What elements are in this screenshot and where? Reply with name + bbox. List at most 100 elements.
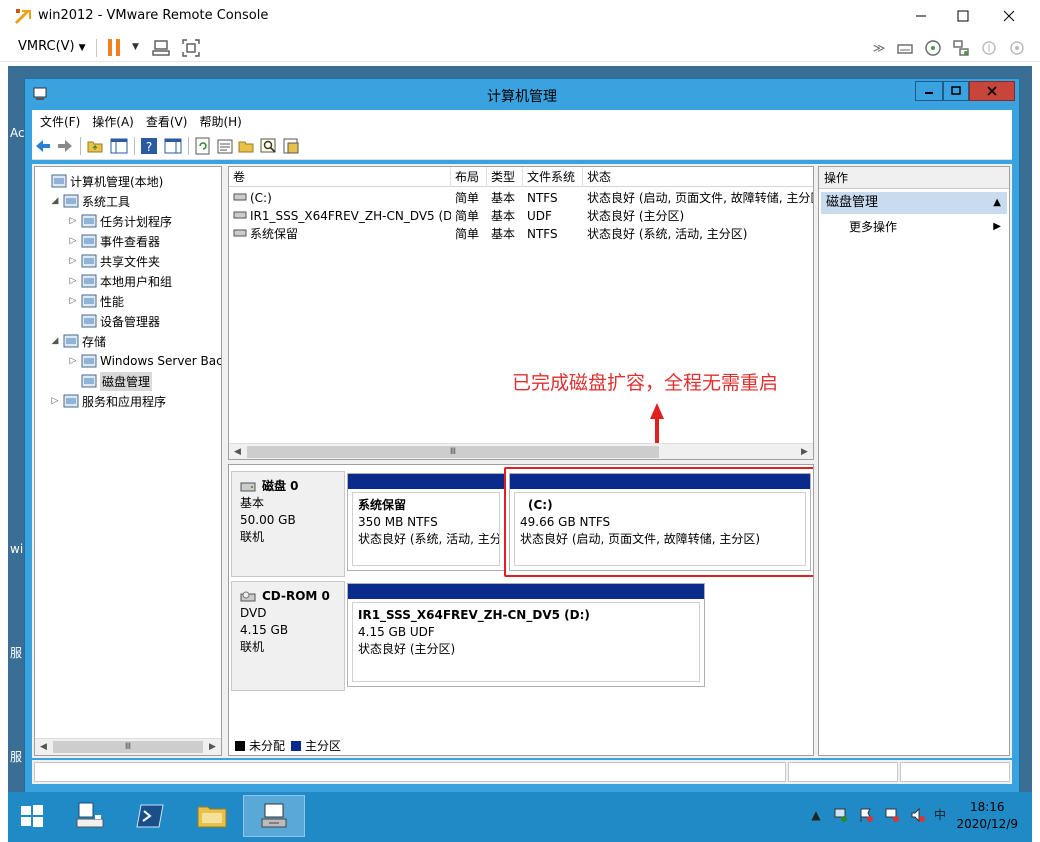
column-header-filesystem[interactable]: 文件系统 (523, 167, 583, 187)
minimize-button[interactable] (898, 0, 944, 32)
expand-toggle-icon[interactable]: ▷ (67, 296, 79, 306)
input-method-icon[interactable]: 中 (932, 807, 948, 823)
tree-item[interactable]: ◢ 存储 (49, 331, 106, 351)
windows-server-backup-icon (81, 354, 97, 368)
system-tools-icon (63, 194, 79, 208)
local-users-icon (81, 274, 97, 288)
help-icon[interactable]: ? (140, 137, 158, 155)
network-icon[interactable] (832, 807, 848, 823)
file-explorer-icon (197, 806, 227, 828)
volume-list-row[interactable]: (C:) 简单 基本 NTFS 状态良好 (启动, 页面文件, 故障转储, 主分区) (229, 189, 813, 207)
show-hide-console-tree-icon[interactable] (110, 137, 128, 155)
scroll-thumb[interactable]: Ⅲ (53, 741, 203, 753)
volume-icon[interactable] (910, 807, 926, 823)
column-header-status[interactable]: 状态 (583, 167, 813, 187)
removable-device-icon[interactable] (896, 39, 914, 57)
taskbar-computer-management[interactable] (243, 795, 305, 837)
cm-minimize-button[interactable] (915, 81, 943, 101)
expand-toggle-icon[interactable]: ▷ (67, 356, 79, 366)
taskbar-server-manager[interactable] (60, 796, 120, 836)
close-button[interactable] (986, 0, 1032, 32)
scroll-right-icon[interactable]: ▶ (796, 444, 813, 459)
refresh-icon[interactable] (194, 137, 212, 155)
show-hidden-icons[interactable]: ▲ (808, 807, 824, 823)
scroll-thumb[interactable]: Ⅲ (247, 446, 659, 458)
actions-section-disk-management[interactable]: 磁盘管理 ▲ (821, 192, 1007, 214)
search-icon[interactable] (260, 137, 278, 155)
pause-icon[interactable] (108, 39, 122, 56)
flag-icon[interactable] (858, 807, 874, 823)
tree-item[interactable]: ▷ 性能 (67, 291, 124, 311)
computer-management-window: 计算机管理 文件(F) 操作(A) 查看(V) 帮助(H) ? ◀ Ⅲ ▶ 计算… (24, 78, 1020, 794)
volume-list-row[interactable]: IR1_SSS_X64FREV_ZH-CN_DV5 (D:) 简单 基本 UDF 状态良… (229, 207, 813, 225)
partition-status: 状态良好 (系统, 活动, 主分区) (358, 532, 500, 546)
network-alert-icon[interactable] (884, 807, 900, 823)
properties-icon[interactable] (216, 137, 234, 155)
tree-item[interactable]: 磁盘管理 (67, 371, 153, 391)
list-horizontal-scrollbar[interactable]: ◀ Ⅲ ▶ (229, 443, 813, 459)
start-button[interactable] (10, 796, 54, 836)
tree-item[interactable]: ◢ 系统工具 (49, 191, 130, 211)
partition-system-reserved[interactable]: 系统保留 350 MB NTFS 状态良好 (系统, 活动, 主分区) (347, 473, 505, 571)
chevron-down-icon[interactable]: ▼ (132, 42, 139, 52)
volume-list-header: 卷 布局 类型 文件系统 状态 (229, 167, 813, 187)
disk-0-info[interactable]: 磁盘 0 基本 50.00 GB 联机 (231, 471, 345, 577)
back-arrow-icon[interactable] (34, 137, 52, 155)
tree-item[interactable]: ▷ 事件查看器 (67, 231, 160, 251)
tree-item[interactable]: 计算机管理(本地) (37, 171, 163, 191)
double-chevron-icon[interactable]: ≫ (870, 39, 888, 57)
cdrom-0-info[interactable]: CD-ROM 0 DVD 4.15 GB 联机 (231, 581, 345, 691)
cm-close-button[interactable] (969, 81, 1015, 101)
up-folder-icon[interactable] (86, 137, 104, 155)
cm-maximize-button[interactable] (943, 81, 969, 101)
sound-icon[interactable] (1008, 39, 1026, 57)
send-ctrl-alt-del-icon[interactable] (152, 39, 170, 57)
more-actions-item[interactable]: 更多操作 ▶ (849, 217, 1005, 237)
volume-cell-fs: NTFS (527, 191, 558, 205)
tree-item[interactable]: ▷ Windows Server Back (67, 351, 221, 371)
tree-item[interactable]: ▷ 任务计划程序 (67, 211, 172, 231)
taskbar-clock[interactable]: 18:16 2020/12/9 (956, 799, 1018, 833)
tree-item[interactable]: ▷ 本地用户和组 (67, 271, 172, 291)
cd-drive-icon[interactable] (924, 39, 942, 57)
column-header-type[interactable]: 类型 (487, 167, 523, 187)
tree-item[interactable]: ▷ 服务和应用程序 (49, 391, 166, 411)
expand-toggle-icon[interactable]: ▷ (67, 216, 79, 226)
actions-header: 操作 (819, 167, 1009, 189)
expand-toggle-icon[interactable]: ▷ (67, 276, 79, 286)
network-adapter-icon[interactable] (952, 39, 970, 57)
menu-help[interactable]: 帮助(H) (199, 113, 241, 130)
tree-item[interactable]: ▷ 共享文件夹 (67, 251, 160, 271)
tree-item-label: 系统工具 (82, 194, 131, 209)
expand-toggle-icon[interactable]: ◢ (49, 196, 61, 206)
expand-toggle-icon[interactable]: ▷ (49, 396, 61, 406)
volume-cell-type: 基本 (491, 209, 516, 223)
expand-toggle-icon[interactable]: ◢ (49, 336, 61, 346)
menu-file[interactable]: 文件(F) (40, 113, 80, 130)
maximize-button[interactable] (940, 0, 986, 32)
fit-guest-icon[interactable] (182, 39, 200, 57)
column-header-volume[interactable]: 卷 (229, 167, 451, 187)
taskbar-file-explorer[interactable] (182, 796, 242, 836)
scroll-left-icon[interactable]: ◀ (35, 739, 52, 755)
usb-icon[interactable] (980, 39, 998, 57)
tree-horizontal-scrollbar[interactable]: ◀ Ⅲ ▶ (35, 738, 221, 755)
forward-arrow-icon[interactable] (56, 137, 74, 155)
export-list-icon[interactable] (282, 137, 300, 155)
collapse-icon[interactable]: ▲ (993, 192, 1001, 214)
menu-action[interactable]: 操作(A) (92, 113, 134, 130)
taskbar-powershell[interactable] (120, 796, 180, 836)
vmrc-menu[interactable]: VMRC(V) ▼ (18, 39, 86, 54)
tree-item[interactable]: 设备管理器 (67, 311, 160, 331)
expand-toggle-icon[interactable]: ▷ (67, 256, 79, 266)
scroll-right-icon[interactable]: ▶ (204, 739, 221, 755)
menu-view[interactable]: 查看(V) (146, 113, 188, 130)
partition-d-drive[interactable]: IR1_SSS_X64FREV_ZH-CN_DV5 (D:) 4.15 GB U… (347, 583, 705, 687)
expand-toggle-icon[interactable]: ▷ (67, 236, 79, 246)
volume-list-row[interactable]: 系统保留 简单 基本 NTFS 状态良好 (系统, 活动, 主分区) (229, 225, 813, 243)
scroll-left-icon[interactable]: ◀ (229, 444, 246, 459)
open-folder-icon[interactable] (238, 137, 256, 155)
column-header-layout[interactable]: 布局 (451, 167, 487, 187)
toolbar-divider (188, 137, 189, 155)
show-action-pane-icon[interactable] (164, 137, 182, 155)
